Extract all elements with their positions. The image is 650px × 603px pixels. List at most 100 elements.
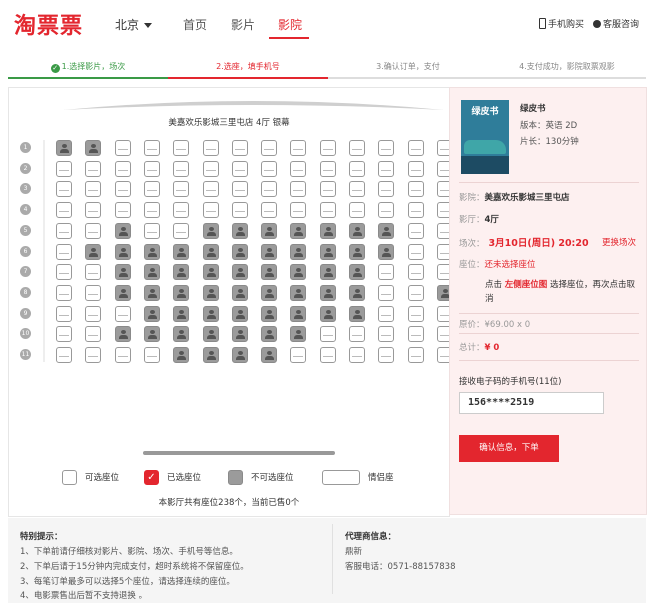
- seat-available[interactable]: [319, 347, 336, 363]
- nav-movies[interactable]: 影片: [231, 16, 255, 33]
- seat-available[interactable]: [173, 222, 190, 239]
- seat-available[interactable]: [349, 140, 365, 156]
- seat-available[interactable]: [349, 326, 365, 343]
- seat-available[interactable]: [231, 181, 248, 198]
- seat-available[interactable]: [319, 202, 336, 219]
- seat-available[interactable]: [143, 140, 160, 156]
- seat-available[interactable]: [56, 347, 72, 363]
- seat-available[interactable]: [407, 326, 424, 343]
- seat-available[interactable]: [56, 264, 72, 281]
- seat-available[interactable]: [143, 347, 160, 363]
- seat-available[interactable]: [114, 305, 131, 322]
- seat-hint: 点击 左侧座位图 选择座位，再次点击取消: [485, 278, 635, 306]
- seat-available[interactable]: [378, 305, 395, 322]
- seat-available[interactable]: [378, 140, 395, 156]
- seat-available[interactable]: [319, 160, 336, 177]
- seat-available[interactable]: [202, 202, 219, 219]
- seat-available[interactable]: [378, 347, 395, 363]
- nav-cinemas[interactable]: 影院: [278, 16, 302, 33]
- seat-available[interactable]: [114, 160, 131, 177]
- seat-available[interactable]: [378, 160, 395, 177]
- seat-available[interactable]: [290, 347, 307, 363]
- seat-available[interactable]: [56, 160, 72, 177]
- seat-available[interactable]: [407, 181, 424, 198]
- seat-available[interactable]: [85, 326, 102, 343]
- seat-available[interactable]: [85, 347, 102, 363]
- seat-available[interactable]: [56, 326, 72, 343]
- seat-available[interactable]: [407, 243, 424, 260]
- seat-available[interactable]: [202, 140, 219, 156]
- seat-available[interactable]: [143, 202, 160, 219]
- seat-available[interactable]: [143, 181, 160, 198]
- seat-available[interactable]: [56, 181, 72, 198]
- seat-available[interactable]: [378, 284, 395, 301]
- seat-available[interactable]: [85, 305, 102, 322]
- mobile-buy-link[interactable]: 手机购买: [539, 17, 584, 30]
- seat-available[interactable]: [290, 202, 307, 219]
- seat-available[interactable]: [407, 160, 424, 177]
- seat-available[interactable]: [143, 222, 160, 239]
- seat-available[interactable]: [85, 160, 102, 177]
- seat-available[interactable]: [173, 160, 190, 177]
- seat-available[interactable]: [407, 140, 424, 156]
- movie-title[interactable]: 绿皮书: [520, 102, 546, 114]
- seat-available[interactable]: [56, 222, 72, 239]
- city-selector[interactable]: 北京: [115, 16, 153, 33]
- seat-available[interactable]: [231, 140, 248, 156]
- seat-available[interactable]: [261, 181, 278, 198]
- hint-prefix: 点击: [485, 280, 503, 290]
- horizontal-scrollbar[interactable]: [143, 451, 335, 455]
- seat-available[interactable]: [114, 140, 131, 156]
- seat-available[interactable]: [56, 284, 72, 301]
- seat-available[interactable]: [349, 181, 365, 198]
- seat-available[interactable]: [378, 181, 395, 198]
- seat-available[interactable]: [349, 160, 365, 177]
- seat-available[interactable]: [261, 202, 278, 219]
- seat-available[interactable]: [56, 202, 72, 219]
- seat-available[interactable]: [378, 326, 395, 343]
- seat-available[interactable]: [407, 305, 424, 322]
- seat-available[interactable]: [319, 326, 336, 343]
- seat-available[interactable]: [85, 202, 102, 219]
- seat-available[interactable]: [407, 264, 424, 281]
- seat-available[interactable]: [290, 140, 307, 156]
- site-logo[interactable]: 淘票票: [14, 8, 83, 40]
- seat-available[interactable]: [349, 347, 365, 363]
- seat-available[interactable]: [56, 305, 72, 322]
- seat-available[interactable]: [231, 160, 248, 177]
- seat-available[interactable]: [173, 202, 190, 219]
- nav-home[interactable]: 首页: [183, 16, 207, 33]
- seat-available[interactable]: [378, 202, 395, 219]
- seat-available[interactable]: [261, 160, 278, 177]
- seat-available[interactable]: [85, 264, 102, 281]
- seat-available[interactable]: [85, 222, 102, 239]
- seat-available[interactable]: [378, 264, 395, 281]
- seat-available[interactable]: [319, 140, 336, 156]
- seat-available[interactable]: [231, 202, 248, 219]
- seat-available[interactable]: [114, 202, 131, 219]
- seat-available[interactable]: [143, 160, 160, 177]
- customer-service-link[interactable]: 客服咨询: [593, 17, 639, 30]
- seat-available[interactable]: [319, 181, 336, 198]
- seat-available[interactable]: [290, 181, 307, 198]
- seat-available[interactable]: [114, 347, 131, 363]
- movie-poster[interactable]: 绿皮书: [461, 100, 509, 174]
- seat-available[interactable]: [202, 181, 219, 198]
- seat-available[interactable]: [261, 140, 278, 156]
- seat-available[interactable]: [349, 202, 365, 219]
- seat-available[interactable]: [407, 222, 424, 239]
- seat-available[interactable]: [173, 140, 190, 156]
- phone-input[interactable]: 156****2519: [459, 392, 604, 414]
- seat-available[interactable]: [173, 181, 190, 198]
- confirm-order-button[interactable]: 确认信息，下单: [459, 435, 559, 462]
- seat-available[interactable]: [407, 347, 424, 363]
- seat-available[interactable]: [290, 160, 307, 177]
- seat-available[interactable]: [56, 243, 72, 260]
- seat-available[interactable]: [114, 181, 131, 198]
- seat-available[interactable]: [202, 160, 219, 177]
- seat-available[interactable]: [407, 284, 424, 301]
- seat-available[interactable]: [85, 284, 102, 301]
- seat-available[interactable]: [85, 181, 102, 198]
- change-showtime-link[interactable]: 更换场次: [602, 236, 636, 248]
- seat-available[interactable]: [407, 202, 424, 219]
